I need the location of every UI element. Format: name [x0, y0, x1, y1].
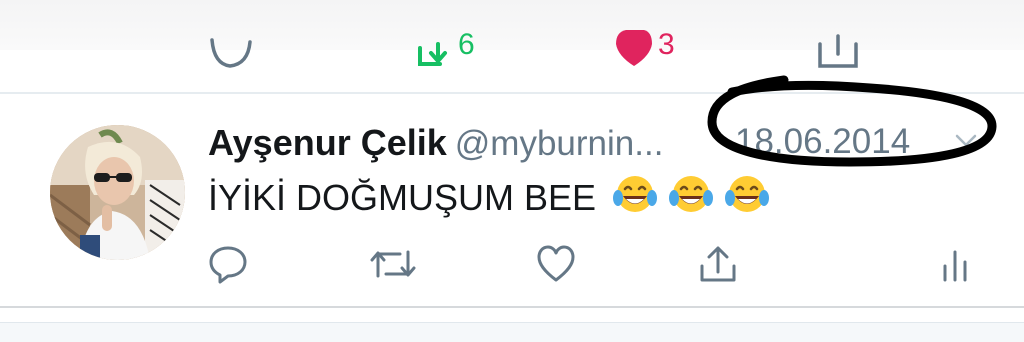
share-icon[interactable]	[698, 244, 738, 284]
tweet-text: İYİKİ DOĞMUŞUM BEE	[208, 174, 770, 219]
bottom-strip	[0, 322, 1024, 342]
tweet-text-content: İYİKİ DOĞMUŞUM BEE	[208, 177, 597, 218]
previous-like-count: 3	[658, 28, 675, 61]
user-handle[interactable]: @myburnin...	[455, 124, 664, 163]
reply-icon[interactable]	[208, 244, 248, 284]
laughing-tears-emoji-icon	[669, 176, 714, 212]
retweet-icon[interactable]	[370, 244, 416, 284]
tweet-bottom-divider	[0, 306, 1024, 308]
previous-retweet-count: 6	[458, 28, 475, 61]
laughing-tears-emoji-icon	[725, 176, 770, 212]
reply-icon[interactable]	[208, 30, 252, 70]
analytics-icon[interactable]	[940, 244, 970, 284]
emoji-group	[596, 176, 770, 218]
previous-tweet-actions: 6 3	[0, 30, 1024, 75]
like-icon[interactable]	[536, 244, 576, 284]
display-name[interactable]: Ayşenur Çelik	[208, 122, 447, 163]
heart-filled-icon[interactable]	[614, 30, 654, 70]
share-icon[interactable]	[818, 30, 858, 70]
laughing-tears-emoji-icon	[613, 176, 658, 212]
retweet-icon[interactable]	[414, 30, 454, 70]
tweet-header: Ayşenur Çelik @myburnin...	[208, 122, 663, 166]
annotation-ellipse	[707, 75, 997, 167]
tweet-actions	[0, 236, 1024, 292]
